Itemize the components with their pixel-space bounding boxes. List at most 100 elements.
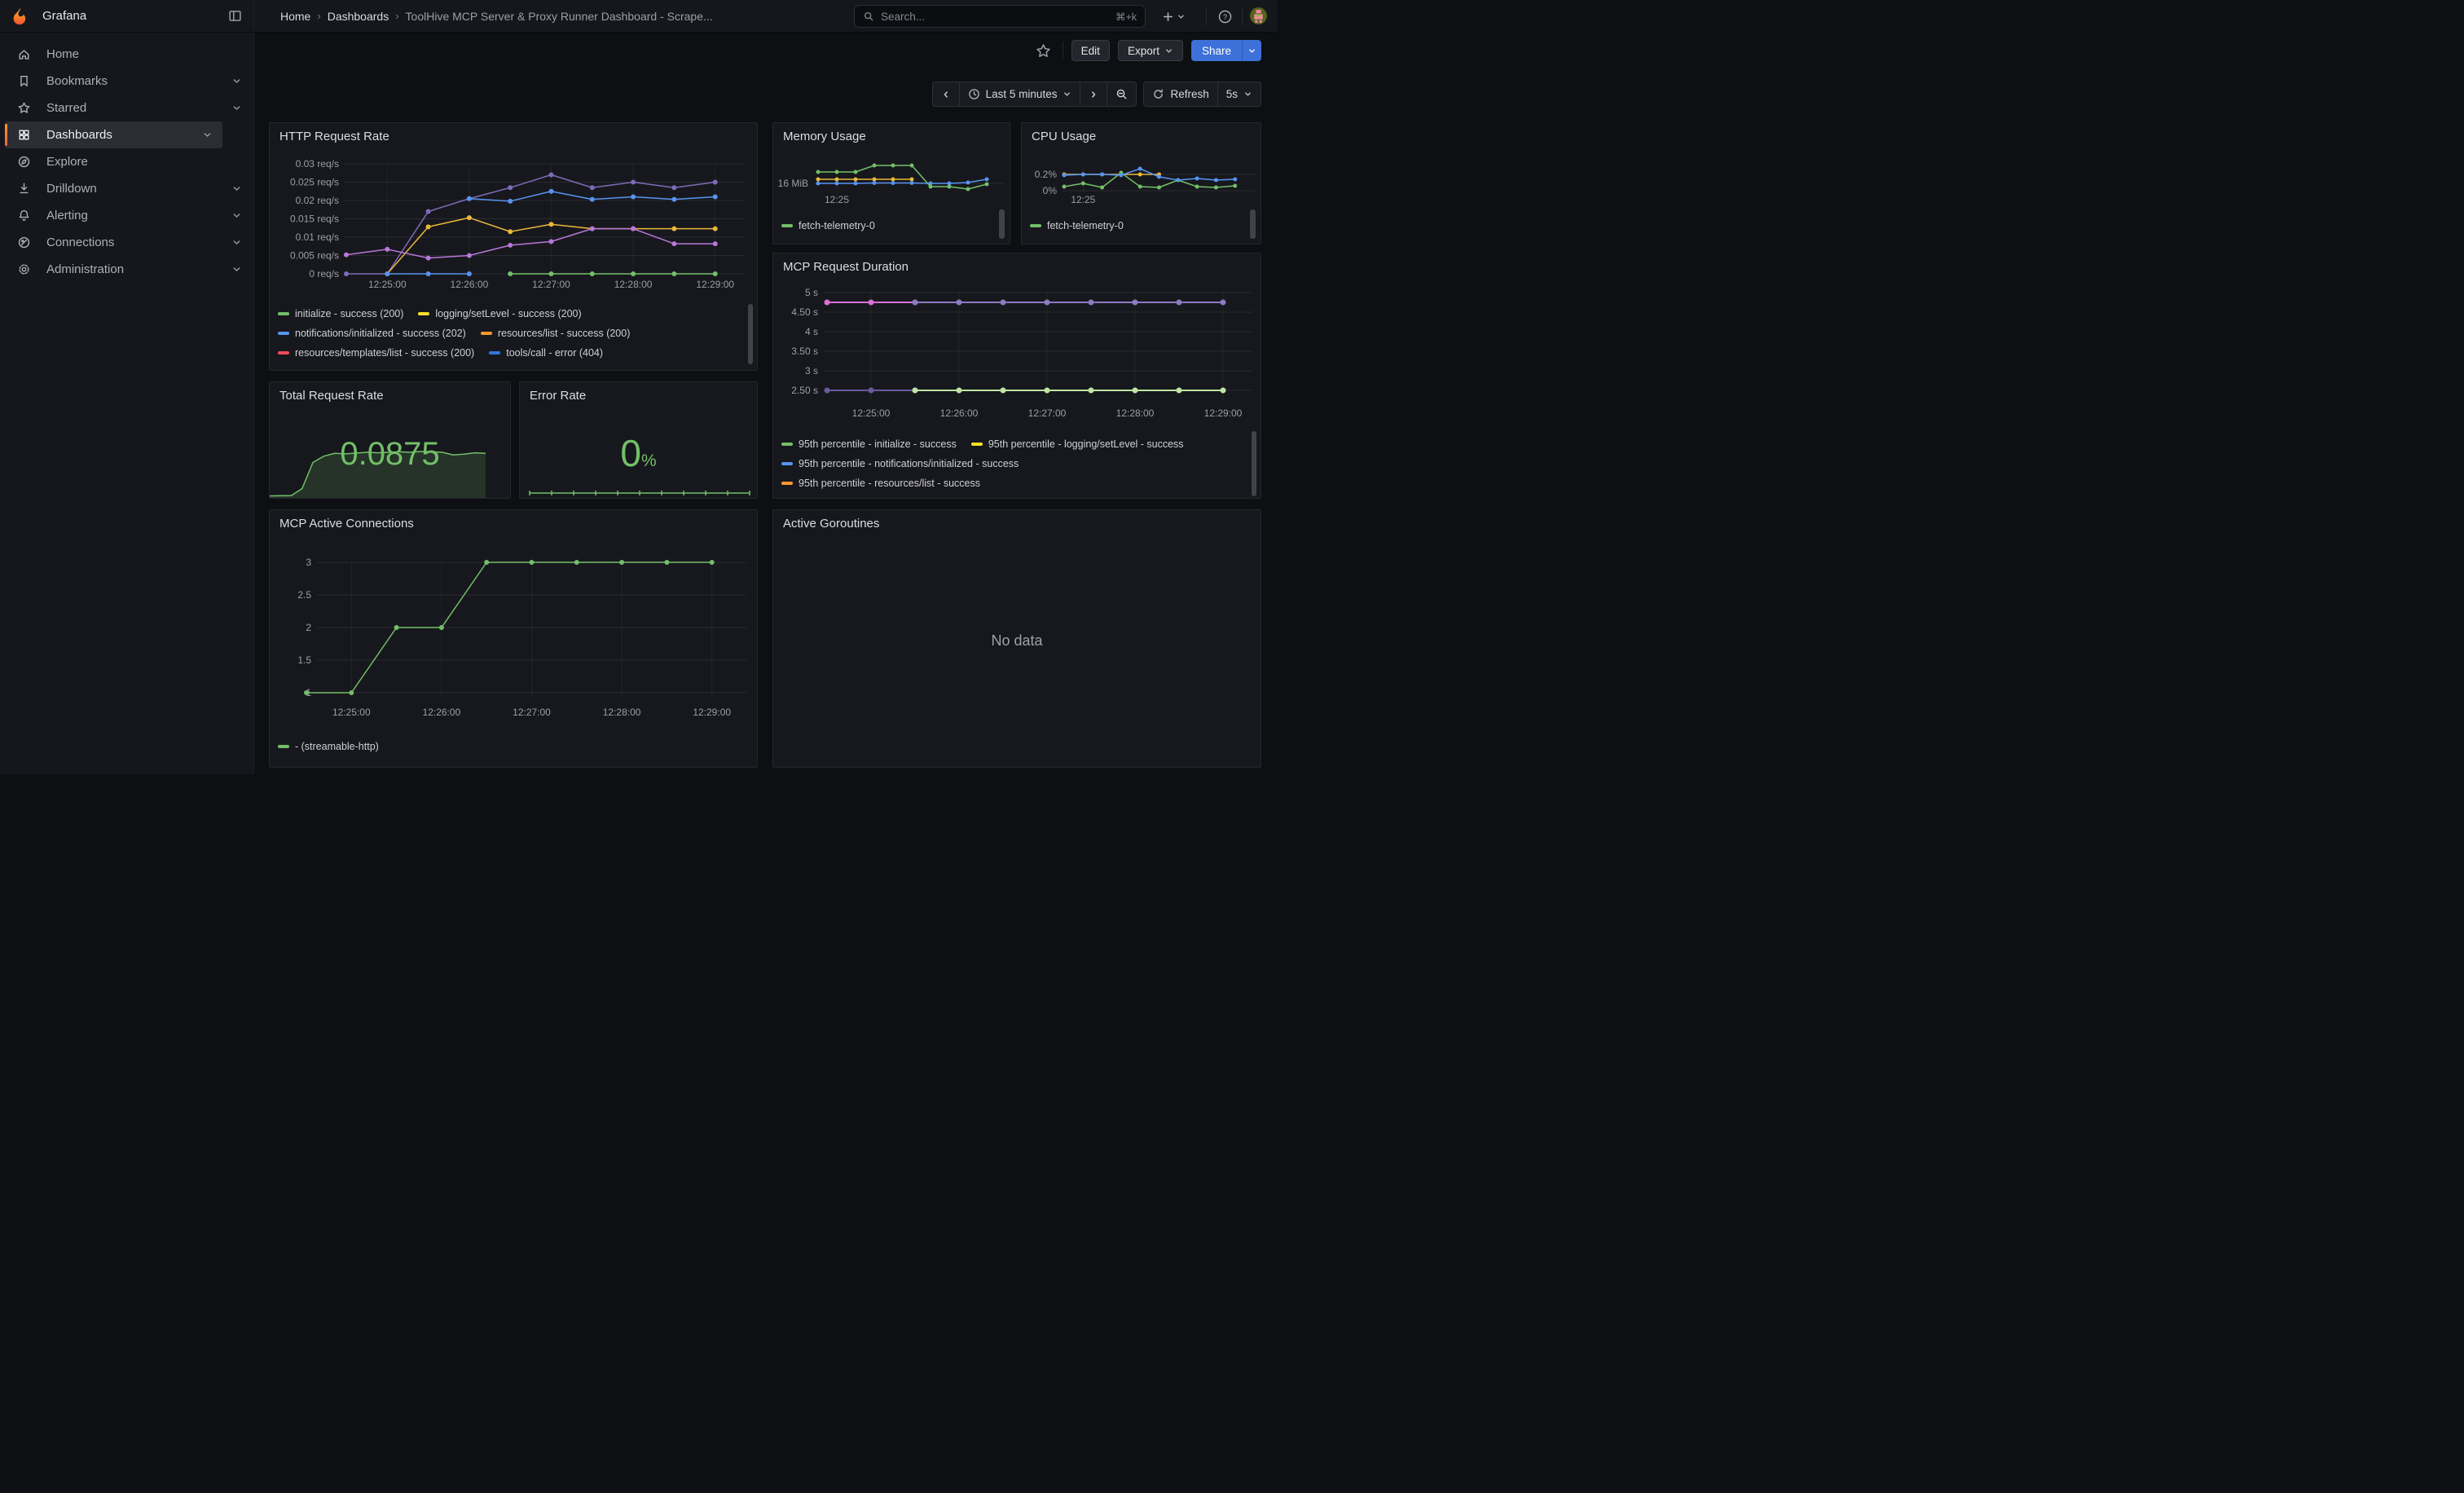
breadcrumb-current: ToolHive MCP Server & Proxy Runner Dashb… <box>406 10 713 23</box>
refresh-icon <box>1152 88 1164 100</box>
svg-text:12:26:00: 12:26:00 <box>940 407 979 419</box>
grafana-logo-icon[interactable] <box>10 7 29 26</box>
chevron-down-icon <box>231 264 242 275</box>
brand-name: Grafana <box>42 9 86 23</box>
sidebar-item-label: Bookmarks <box>46 74 108 88</box>
panel-title[interactable]: CPU Usage <box>1032 130 1096 143</box>
mcp-request-duration-chart[interactable]: 12:25:0012:26:0012:27:0012:28:0012:29:00… <box>773 278 1259 434</box>
panel-title[interactable]: HTTP Request Rate <box>279 130 389 143</box>
svg-text:0.005 req/s: 0.005 req/s <box>290 250 339 262</box>
edit-button[interactable]: Edit <box>1071 40 1110 61</box>
active-indicator <box>5 97 7 119</box>
legend-item[interactable]: - (streamable-http) <box>278 741 379 752</box>
legend-item[interactable]: resources/templates/list - success (200) <box>278 347 474 359</box>
sidebar-item-connections[interactable]: Connections <box>5 229 222 256</box>
svg-text:0.03 req/s: 0.03 req/s <box>296 158 339 170</box>
search-box[interactable]: ⌘+k <box>854 5 1146 28</box>
chevron-right-icon <box>1089 90 1098 99</box>
header-left: Grafana <box>0 0 254 32</box>
panel-title[interactable]: Memory Usage <box>783 130 866 143</box>
sidebar-item-alerting[interactable]: Alerting <box>5 202 222 229</box>
svg-text:12:29:00: 12:29:00 <box>693 707 731 718</box>
breadcrumb: Home › Dashboards › ToolHive MCP Server … <box>280 10 713 23</box>
help-button[interactable]: ? <box>1217 7 1233 26</box>
panel-title[interactable]: MCP Request Duration <box>783 260 909 274</box>
panel-title[interactable]: MCP Active Connections <box>279 517 414 531</box>
sidebar-item-administration[interactable]: Administration <box>5 256 222 283</box>
header-divider <box>1242 8 1243 24</box>
legend-item[interactable]: fetch-telemetry-0 <box>1030 220 1124 231</box>
zoom-out-icon <box>1115 88 1128 100</box>
chart-legend: initialize - success (200) logging/setLev… <box>278 304 746 368</box>
search-input[interactable] <box>881 11 1115 23</box>
legend-item[interactable]: 95th percentile - resources/list - succe… <box>781 478 980 489</box>
svg-text:1.5: 1.5 <box>297 654 311 666</box>
mcp-active-connections-chart[interactable]: 12:25:0012:26:0012:27:0012:28:0012:29:00… <box>270 535 755 734</box>
refresh-interval-picker[interactable]: 5s <box>1218 81 1261 107</box>
chevron-down-icon <box>231 76 242 86</box>
chart-legend: 95th percentile - initialize - success 95… <box>781 434 1249 496</box>
zoom-out-button[interactable] <box>1107 81 1137 107</box>
legend-item[interactable]: notifications/initialized - success (202… <box>278 328 466 339</box>
active-indicator <box>5 151 7 173</box>
legend-item[interactable]: tools/list - success (200) <box>422 367 548 368</box>
legend-item[interactable]: fetch-telemetry-0 <box>781 220 875 231</box>
time-forward-button[interactable] <box>1080 81 1107 107</box>
help-icon: ? <box>1217 9 1233 24</box>
svg-text:12:29:00: 12:29:00 <box>1204 407 1243 419</box>
legend-item[interactable]: 95th percentile - logging/setLevel - suc… <box>971 438 1184 450</box>
compass-icon <box>17 155 31 169</box>
sidebar-item-explore[interactable]: Explore <box>5 148 222 175</box>
time-back-button[interactable] <box>932 81 960 107</box>
svg-text:12:25:00: 12:25:00 <box>332 707 371 718</box>
panel-mcp-request-duration: MCP Request Duration 12:25:0012:26:0012:… <box>772 253 1261 499</box>
legend-item[interactable]: resources/list - success (200) <box>481 328 631 339</box>
legend-item[interactable]: 95th percentile - initialize - success <box>781 438 957 450</box>
sidebar-toggle-icon[interactable] <box>228 9 242 23</box>
legend-item[interactable]: tools/call - error (404) <box>489 347 603 359</box>
breadcrumb-home[interactable]: Home <box>280 10 310 23</box>
sidebar-item-dashboards[interactable]: Dashboards <box>5 121 222 148</box>
memory-usage-chart[interactable]: 12:2516 MiB <box>773 146 1011 217</box>
legend-item[interactable]: initialize - success (200) <box>278 308 403 319</box>
sidebar-item-label: Alerting <box>46 209 88 222</box>
add-button[interactable] <box>1162 7 1186 26</box>
header-divider <box>1206 8 1207 24</box>
sidebar-item-starred[interactable]: Starred <box>5 95 222 121</box>
sidebar-item-bookmarks[interactable]: Bookmarks <box>5 68 222 95</box>
panel-mcp-active-connections: MCP Active Connections 12:25:0012:26:001… <box>269 509 758 768</box>
share-menu-button[interactable] <box>1242 40 1261 61</box>
http-request-rate-chart[interactable]: 12:25:0012:26:0012:27:0012:28:0012:29:00… <box>270 148 755 303</box>
sidebar-item-label: Drilldown <box>46 182 97 196</box>
active-indicator <box>5 124 7 146</box>
cpu-usage-chart[interactable]: 12:250%0.2% <box>1022 146 1262 217</box>
legend-scrollbar[interactable] <box>1250 209 1256 239</box>
sidebar-item-home[interactable]: Home <box>5 41 222 68</box>
legend-item[interactable]: unknown - success (200) <box>563 367 693 368</box>
svg-text:12:27:00: 12:27:00 <box>1028 407 1067 419</box>
plus-icon <box>1162 11 1174 23</box>
favorite-star-icon[interactable] <box>1036 43 1051 59</box>
legend-item[interactable]: logging/setLevel - success (200) <box>418 308 581 319</box>
legend-scrollbar[interactable] <box>999 209 1005 239</box>
search-icon <box>863 11 874 22</box>
breadcrumb-dashboards[interactable]: Dashboards <box>328 10 389 23</box>
svg-text:2.50 s: 2.50 s <box>791 385 818 396</box>
sidebar-item-label: Starred <box>46 101 86 115</box>
svg-text:?: ? <box>1223 12 1227 20</box>
panel-title[interactable]: Active Goroutines <box>783 517 879 531</box>
share-button[interactable]: Share <box>1191 40 1242 61</box>
legend-scrollbar[interactable] <box>1252 431 1256 496</box>
time-range-picker[interactable]: Last 5 minutes <box>960 81 1081 107</box>
sidebar-item-drilldown[interactable]: Drilldown <box>5 175 222 202</box>
legend-item[interactable]: tools/call - success (200) <box>278 367 407 368</box>
legend-item[interactable]: 95th percentile - notifications/initiali… <box>781 458 1019 469</box>
plug-icon <box>17 236 31 249</box>
svg-text:12:28:00: 12:28:00 <box>614 279 653 290</box>
export-button[interactable]: Export <box>1118 40 1183 61</box>
svg-text:0.02 req/s: 0.02 req/s <box>296 195 339 206</box>
avatar[interactable] <box>1250 7 1267 24</box>
svg-text:0 req/s: 0 req/s <box>309 268 339 280</box>
refresh-button[interactable]: Refresh <box>1143 81 1217 107</box>
legend-scrollbar[interactable] <box>748 304 753 364</box>
